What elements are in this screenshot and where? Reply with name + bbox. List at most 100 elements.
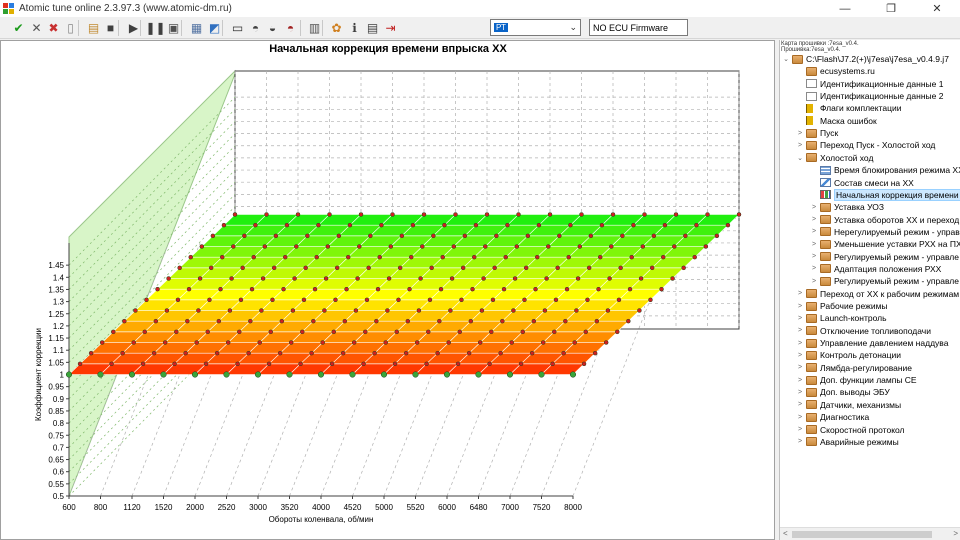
data-point[interactable]: [525, 233, 531, 239]
data-point[interactable]: [322, 308, 327, 313]
data-point[interactable]: [610, 212, 616, 217]
data-point[interactable]: [703, 244, 709, 249]
data-point[interactable]: [498, 350, 503, 356]
data-point[interactable]: [273, 233, 279, 239]
tree-item[interactable]: > Скоростной протокол: [796, 424, 905, 436]
tree-item[interactable]: > Регулируемый режим - управле: [810, 275, 959, 287]
data-point[interactable]: [477, 340, 483, 345]
data-point[interactable]: [357, 244, 362, 249]
data-point[interactable]: [596, 286, 601, 292]
data-point[interactable]: [459, 297, 464, 303]
data-point[interactable]: [546, 244, 551, 249]
data-point[interactable]: [487, 361, 492, 367]
data-point[interactable]: [325, 244, 331, 249]
data-point[interactable]: [342, 318, 348, 324]
data-point[interactable]: [470, 286, 475, 292]
data-point[interactable]: [351, 340, 357, 345]
data-point[interactable]: [618, 265, 623, 271]
data-point[interactable]: [550, 361, 555, 367]
data-point[interactable]: [320, 340, 325, 345]
apply-button[interactable]: ✔: [10, 19, 27, 36]
data-point[interactable]: [599, 222, 605, 228]
expand-icon[interactable]: >: [796, 340, 804, 347]
data-point[interactable]: [314, 254, 319, 260]
data-point[interactable]: [396, 297, 401, 303]
data-point[interactable]: [191, 371, 199, 378]
data-point[interactable]: [448, 308, 453, 313]
expand-icon[interactable]: >: [796, 130, 804, 137]
data-point[interactable]: [640, 244, 646, 249]
data-point[interactable]: [427, 297, 433, 303]
tree-item[interactable]: > Контроль детонации: [796, 349, 901, 361]
data-point[interactable]: [431, 233, 436, 239]
data-point[interactable]: [505, 222, 510, 228]
data-point[interactable]: [518, 361, 524, 367]
tree-item[interactable]: > Аварийные режимы: [796, 436, 899, 448]
data-point[interactable]: [569, 371, 577, 378]
data-point[interactable]: [385, 308, 390, 313]
data-point[interactable]: [77, 361, 83, 367]
tree-item[interactable]: > Доп. функции лампы СЕ: [796, 374, 917, 386]
data-point[interactable]: [177, 265, 182, 271]
data-point[interactable]: [203, 361, 209, 367]
surface-chart[interactable]: Начальная коррекция времени впрыска ХХ 0.…: [1, 41, 774, 539]
data-point[interactable]: [248, 318, 253, 324]
data-point[interactable]: [462, 233, 468, 239]
data-point[interactable]: [207, 297, 212, 303]
tree-item[interactable]: Идентификационные данные 2: [796, 90, 943, 102]
tree-item[interactable]: > Доп. выводы ЭБУ: [796, 386, 890, 398]
data-point[interactable]: [353, 308, 359, 313]
data-point[interactable]: [586, 265, 592, 271]
data-point[interactable]: [594, 318, 600, 324]
data-point[interactable]: [440, 254, 445, 260]
data-point[interactable]: [397, 265, 403, 271]
car-button[interactable]: ◓: [247, 19, 264, 36]
tree-item[interactable]: > Переход от ХХ к рабочим режимам: [796, 288, 959, 300]
data-point[interactable]: [282, 254, 288, 260]
data-point[interactable]: [111, 329, 116, 335]
expand-icon[interactable]: >: [810, 265, 818, 272]
data-point[interactable]: [540, 340, 546, 345]
tree-item[interactable]: > Адаптация положения РХХ: [810, 263, 941, 275]
data-point[interactable]: [377, 254, 382, 260]
data-point[interactable]: [626, 318, 631, 324]
data-point[interactable]: [375, 286, 381, 292]
data-point[interactable]: [681, 265, 686, 271]
tree-item[interactable]: > Уменьшение уставки РХХ на ПХ: [810, 238, 960, 250]
tree-item[interactable]: > Управление давлением наддува: [796, 337, 948, 349]
data-point[interactable]: [284, 222, 290, 228]
data-point[interactable]: [429, 265, 434, 271]
expand-icon[interactable]: >: [810, 241, 818, 248]
data-point[interactable]: [490, 297, 496, 303]
data-point[interactable]: [317, 371, 325, 378]
data-point[interactable]: [672, 244, 677, 249]
data-point[interactable]: [160, 371, 167, 378]
data-point[interactable]: [506, 371, 514, 378]
data-point[interactable]: [279, 318, 285, 324]
data-point[interactable]: [616, 297, 622, 303]
data-point[interactable]: [460, 265, 466, 271]
data-point[interactable]: [407, 286, 412, 292]
expand-icon[interactable]: >: [796, 377, 804, 384]
data-point[interactable]: [631, 222, 636, 228]
data-point[interactable]: [240, 265, 245, 271]
data-point[interactable]: [237, 329, 242, 335]
restore-button[interactable]: ❐: [868, 0, 914, 17]
data-point[interactable]: [531, 318, 537, 324]
data-point[interactable]: [390, 212, 395, 217]
data-point[interactable]: [301, 297, 307, 303]
data-point[interactable]: [705, 212, 710, 217]
data-point[interactable]: [552, 329, 557, 335]
data-point[interactable]: [566, 254, 571, 260]
data-point[interactable]: [162, 340, 168, 345]
new-file-button[interactable]: ▯: [62, 19, 79, 36]
data-point[interactable]: [142, 329, 148, 335]
data-point[interactable]: [227, 308, 233, 313]
data-point[interactable]: [662, 222, 668, 228]
info-button[interactable]: ℹ: [346, 19, 363, 36]
data-point[interactable]: [88, 350, 94, 356]
data-point[interactable]: [466, 350, 472, 356]
data-point[interactable]: [334, 265, 340, 271]
tree-item[interactable]: Маска ошибок: [796, 115, 877, 127]
data-point[interactable]: [266, 361, 272, 367]
